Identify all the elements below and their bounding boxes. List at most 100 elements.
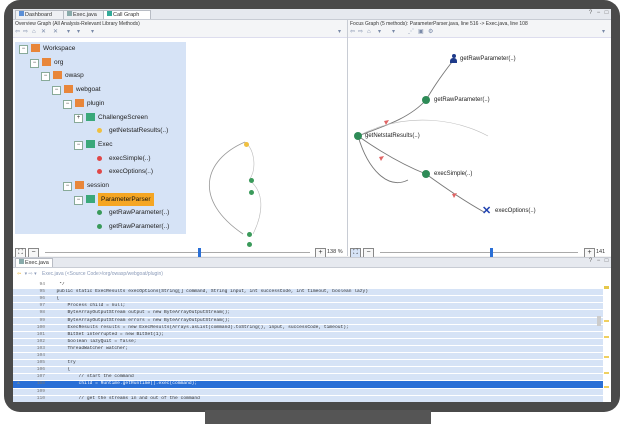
- tree-item[interactable]: − ParameterParser: [15, 192, 186, 206]
- overview-graph-pane: Overview Graph (All Analysis-Relevant Li…: [13, 20, 348, 259]
- tree-item[interactable]: − Workspace: [15, 42, 186, 55]
- maximize-icon[interactable]: □: [603, 10, 610, 17]
- code-line[interactable]: 101 BitSet interrupted = new BitSet(1);: [13, 331, 603, 338]
- home-icon[interactable]: ⌂: [32, 29, 36, 36]
- highlight-icon[interactable]: ▾: [91, 29, 94, 36]
- code-text: {: [51, 367, 71, 373]
- focus-node-getrawparameter[interactable]: [422, 96, 430, 104]
- overview-node-execoptions[interactable]: [249, 190, 254, 195]
- code-line[interactable]: 109: [13, 388, 603, 395]
- code-line[interactable]: 94 */: [13, 282, 603, 288]
- code-line[interactable]: 99 ByteArrayOutputStream errors = new By…: [13, 317, 603, 324]
- expand-toggle-icon[interactable]: +: [74, 113, 83, 123]
- overview-node-getnetstatresults[interactable]: [244, 142, 249, 147]
- warning-icon[interactable]: ⚠: [17, 381, 20, 387]
- line-number: 95: [39, 289, 45, 295]
- tree-item[interactable]: − session: [15, 179, 186, 192]
- home-icon[interactable]: ⌂: [367, 29, 371, 36]
- focus-node-label[interactable]: getRawParameter(..): [434, 97, 490, 103]
- tree-item[interactable]: execOptions(..): [15, 165, 186, 178]
- settings-icon[interactable]: ⚙: [428, 29, 433, 36]
- code-line[interactable]: 98 ByteArrayOutputStream output = new By…: [13, 310, 603, 317]
- code-line[interactable]: 100 ExecResults results = new ExecResult…: [13, 324, 603, 331]
- code-line[interactable]: 102 boolean lazyQuit = false;: [13, 338, 603, 345]
- collapse-toggle-icon[interactable]: −: [74, 195, 83, 205]
- back-icon[interactable]: ⇦: [15, 29, 20, 36]
- tree-item[interactable]: getRawParameter(..): [15, 220, 186, 233]
- tree-item-label: ParameterParser: [98, 192, 154, 206]
- code-line[interactable]: 97 Process child = null;: [13, 303, 603, 310]
- breadcrumb[interactable]: Exec.java (<Source Code>/org/owasp/webgo…: [42, 271, 163, 277]
- callees-icon[interactable]: ▾: [392, 29, 395, 36]
- collapse-toggle-icon[interactable]: −: [63, 99, 72, 109]
- tree-item[interactable]: − webgoat: [15, 83, 186, 96]
- collapse-icon[interactable]: ✕: [41, 29, 46, 36]
- editor-tab-bar: Dashboard Exec.java Call Graph ? − □: [13, 9, 611, 20]
- select-icon[interactable]: ▣: [418, 29, 424, 36]
- code-area[interactable]: 94 */95 public static ExecResults execOp…: [13, 282, 603, 402]
- focus-node-label[interactable]: getNetstatResults(..): [365, 133, 420, 139]
- layout-icon[interactable]: ▾: [77, 29, 80, 36]
- expand-icon[interactable]: ✕: [53, 29, 58, 36]
- tree-item[interactable]: − org: [15, 56, 186, 69]
- person-icon[interactable]: [450, 54, 457, 64]
- editor-scrollbar[interactable]: [597, 316, 601, 326]
- code-line[interactable]: 106 {: [13, 367, 603, 374]
- collapse-toggle-icon[interactable]: −: [19, 45, 28, 54]
- code-line[interactable]: 108 child = Runtime.getRuntime().exec(co…: [13, 381, 603, 388]
- collapse-toggle-icon[interactable]: −: [74, 140, 83, 150]
- collapse-toggle-icon[interactable]: −: [30, 58, 39, 68]
- tree-item[interactable]: − owasp: [15, 69, 186, 82]
- forward-icon[interactable]: ⇨: [23, 29, 28, 36]
- code-line[interactable]: 104: [13, 353, 603, 360]
- collapse-toggle-icon[interactable]: −: [41, 72, 50, 82]
- nav-icon[interactable]: ⇦: [17, 271, 21, 277]
- help-icon[interactable]: ?: [587, 10, 594, 17]
- focus-node-label[interactable]: execOptions(..): [495, 208, 536, 214]
- focus-node-execsimple[interactable]: [422, 170, 430, 178]
- code-line[interactable]: 96 {: [13, 296, 603, 303]
- focus-node-label[interactable]: getRawParameter(..): [460, 56, 516, 62]
- tree-item-label: session: [87, 182, 110, 189]
- view-menu-icon[interactable]: ▾: [338, 29, 341, 36]
- tab-exec-java[interactable]: Exec.java: [63, 10, 107, 19]
- focus-node-getnetstatresults[interactable]: [354, 132, 362, 140]
- tab-exec-java[interactable]: Exec.java: [15, 258, 53, 267]
- tree-item-label: Exec: [98, 140, 113, 148]
- minimize-icon[interactable]: −: [595, 10, 602, 17]
- focus-zoom-slider[interactable]: [490, 248, 493, 257]
- filter-icon[interactable]: ▾: [67, 29, 70, 36]
- tab-dashboard[interactable]: Dashboard: [15, 10, 67, 19]
- tab-call-graph[interactable]: Call Graph: [103, 10, 151, 19]
- code-text: */: [51, 282, 65, 287]
- overview-node-execsimple[interactable]: [249, 178, 254, 183]
- package-folder-icon: [53, 71, 62, 80]
- focus-node-label[interactable]: execSimple(..): [434, 171, 472, 177]
- help-icon[interactable]: ?: [587, 258, 594, 265]
- collapse-toggle-icon[interactable]: −: [52, 86, 61, 96]
- tree-item[interactable]: execSimple(..): [15, 152, 186, 165]
- tree-item[interactable]: getNetstatResults(..): [15, 124, 186, 137]
- minimize-icon[interactable]: −: [595, 258, 602, 265]
- layout-icon[interactable]: ⋰: [408, 29, 414, 36]
- collapse-toggle-icon[interactable]: −: [63, 182, 72, 191]
- tree-item[interactable]: − Exec: [15, 138, 186, 151]
- nav-icon[interactable]: ▾ ⇨ ▾: [25, 271, 37, 277]
- code-line[interactable]: 103 ThreadWatcher watcher;: [13, 345, 603, 353]
- overview-node-getrawparameter-2[interactable]: [247, 242, 252, 247]
- overview-zoom-slider[interactable]: [198, 248, 201, 257]
- code-line[interactable]: 110 // get the streams in and out of the…: [13, 395, 603, 402]
- maximize-icon[interactable]: □: [603, 258, 610, 265]
- code-line[interactable]: 95 public static ExecResults execOptions…: [13, 289, 603, 296]
- sink-cross-icon[interactable]: ✕: [482, 206, 492, 217]
- callers-icon[interactable]: ▾: [378, 29, 381, 36]
- tree-item[interactable]: + ChallengeScreen: [15, 111, 186, 124]
- back-icon[interactable]: ⇦: [350, 29, 355, 36]
- code-line[interactable]: 107 // start the command: [13, 374, 603, 381]
- view-menu-icon[interactable]: ▾: [602, 29, 605, 36]
- overview-node-getrawparameter-1[interactable]: [247, 232, 252, 237]
- forward-icon[interactable]: ⇨: [358, 29, 363, 36]
- tree-item[interactable]: − plugin: [15, 97, 186, 110]
- tree-item[interactable]: getRawParameter(..): [15, 206, 186, 219]
- code-line[interactable]: 105 try: [13, 360, 603, 367]
